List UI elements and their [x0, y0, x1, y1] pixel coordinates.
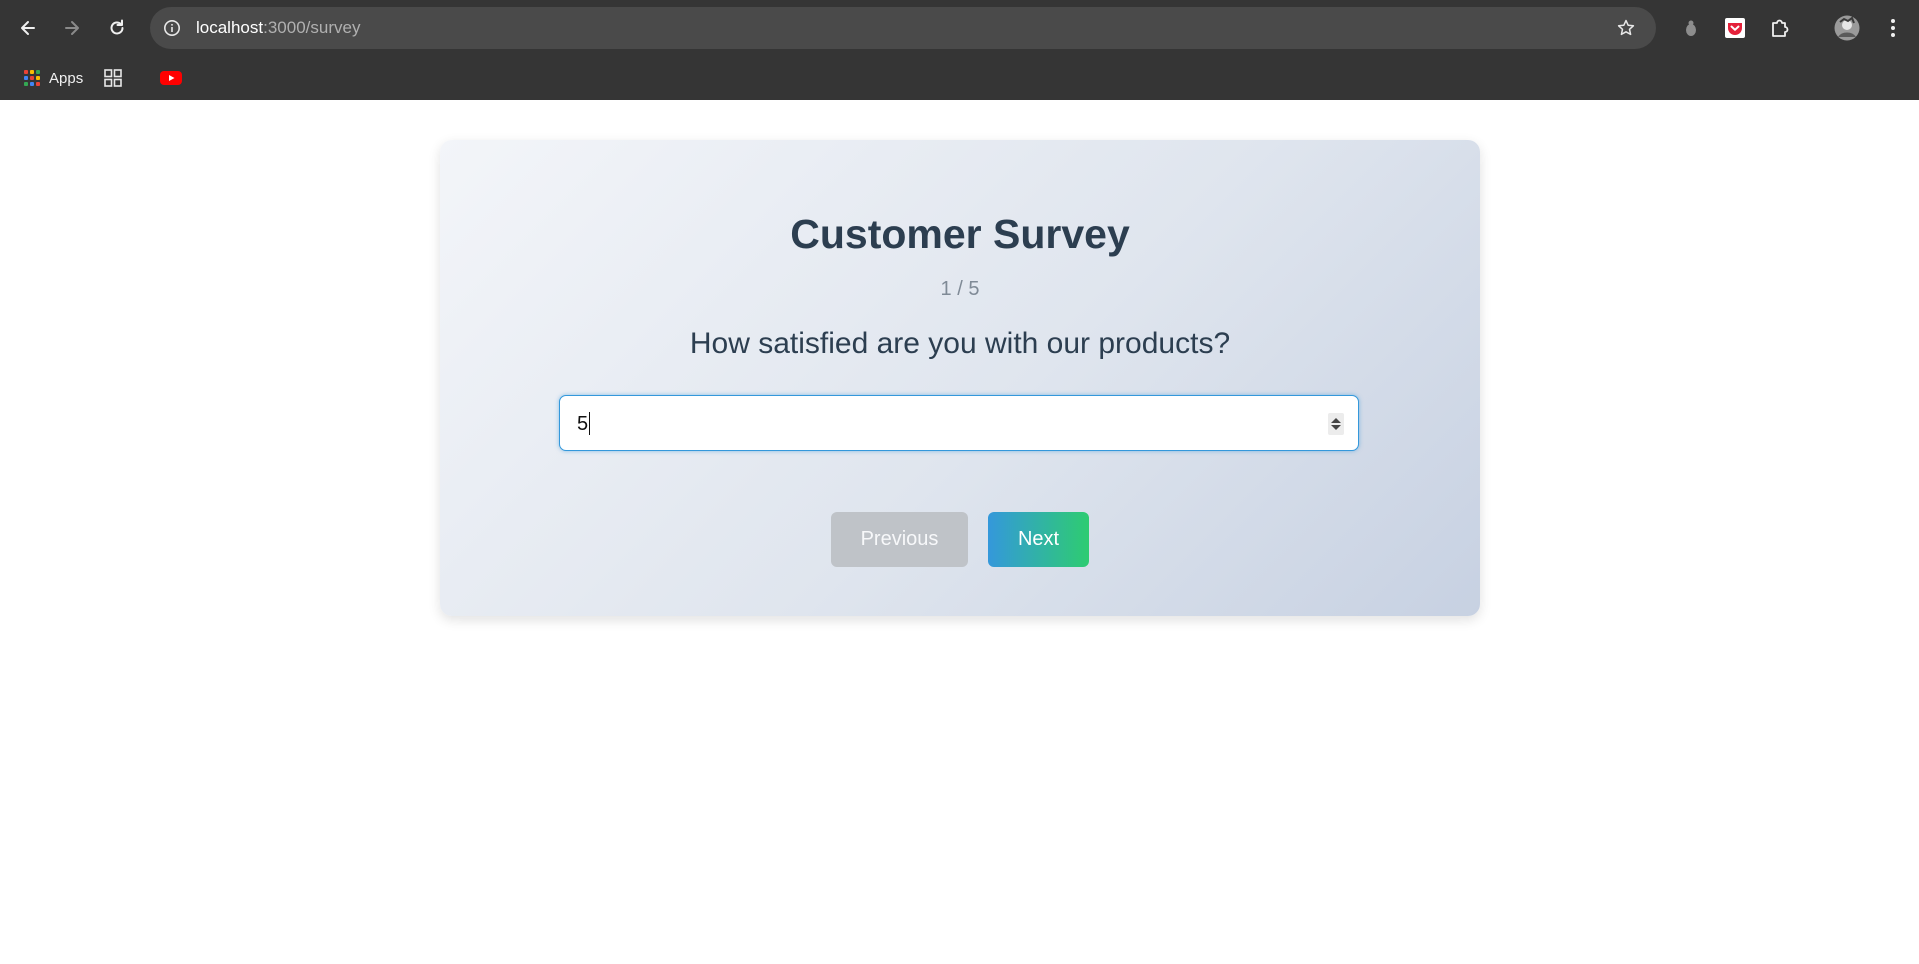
puzzle-extensions-icon [1772, 19, 1789, 37]
pocket-icon [1725, 18, 1745, 38]
bookmark-star-button[interactable] [1614, 16, 1638, 40]
back-arrow-icon [21, 21, 35, 35]
next-button[interactable]: Next [988, 512, 1089, 567]
back-button[interactable] [12, 12, 44, 44]
forward-arrow-icon [65, 21, 79, 35]
survey-card: Customer Survey 1 / 5 How satisfied are … [440, 140, 1480, 616]
site-info-icon [164, 20, 180, 36]
profile-button[interactable] [1833, 14, 1861, 42]
answer-value: 5 [577, 413, 589, 435]
browser-toolbar: localhost:3000/survey [0, 0, 1919, 56]
more-menu-icon [1891, 19, 1895, 37]
previous-button[interactable]: Previous [831, 512, 968, 567]
survey-title: Customer Survey [790, 211, 1130, 257]
bookmark-tab-groups[interactable] [101, 66, 125, 90]
bookmarks-bar: Apps [0, 56, 1919, 100]
extension-button[interactable] [1677, 14, 1705, 42]
address-bar[interactable]: localhost:3000/survey [150, 7, 1656, 49]
question-text: How satisfied are you with our products? [689, 327, 1231, 360]
bookmark-apps[interactable]: Apps [24, 66, 83, 90]
youtube-icon [160, 71, 182, 85]
answer-number-input[interactable]: 5 [559, 395, 1359, 451]
pocket-extension-button[interactable] [1721, 14, 1749, 42]
more-menu-button[interactable] [1879, 14, 1907, 42]
extension-dot-icon [1686, 20, 1696, 36]
site-info-button[interactable] [160, 16, 184, 40]
url-host: localhost [196, 18, 264, 37]
browser-chrome: localhost:3000/survey Apps [0, 0, 1919, 100]
profile-avatar-icon [1834, 15, 1860, 41]
bookmark-apps-label: Apps [49, 69, 84, 87]
tab-groups-icon [104, 69, 122, 87]
spinner-down-icon[interactable] [1331, 425, 1341, 430]
number-spinner[interactable] [1328, 413, 1344, 435]
forward-button[interactable] [56, 12, 88, 44]
apps-grid-icon [24, 69, 41, 87]
reload-icon [110, 19, 124, 35]
reload-button[interactable] [101, 12, 133, 44]
url-path: :3000/survey [263, 18, 361, 37]
bookmark-youtube[interactable] [159, 66, 183, 90]
bookmark-star-icon [1617, 19, 1635, 36]
extensions-button[interactable] [1766, 14, 1794, 42]
url-text: localhost:3000/survey [196, 18, 360, 38]
spinner-up-icon[interactable] [1331, 418, 1341, 423]
text-caret [589, 412, 590, 435]
question-progress: 1 / 5 [940, 278, 980, 300]
